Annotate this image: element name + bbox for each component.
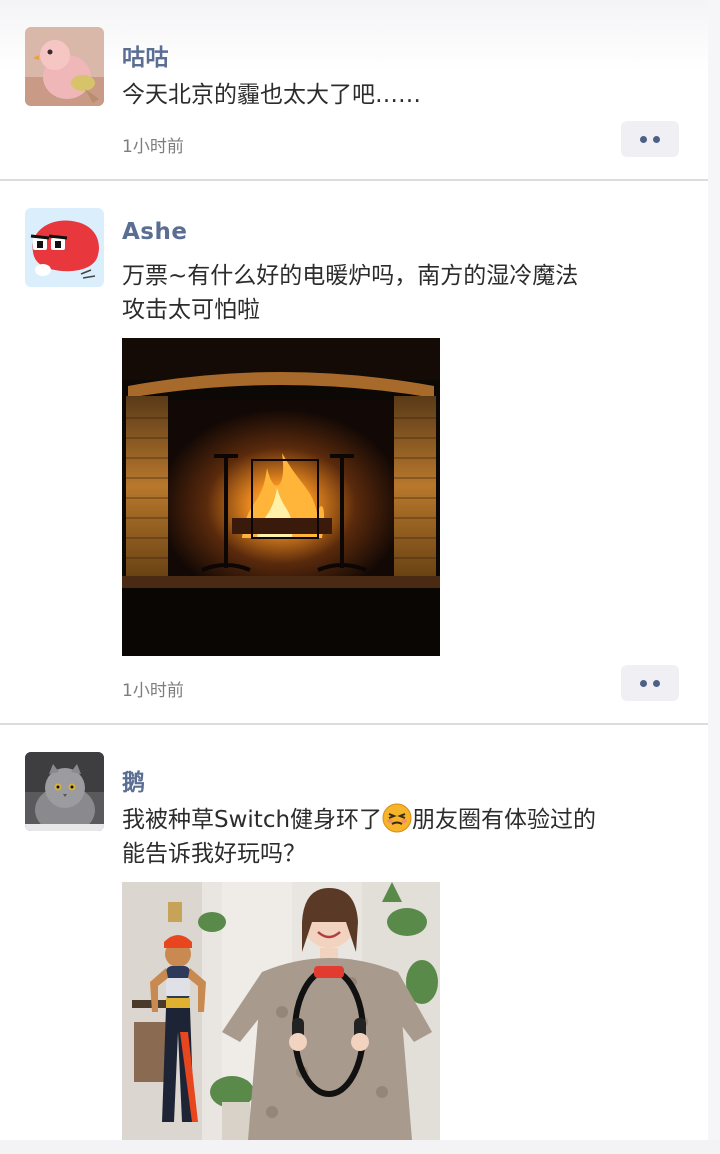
author-name[interactable]: Ashe bbox=[122, 219, 187, 245]
avatar[interactable] bbox=[25, 27, 104, 106]
right-gutter bbox=[708, 0, 720, 1154]
pink-bird-avatar-icon bbox=[25, 27, 104, 106]
more-dot-icon bbox=[640, 135, 647, 143]
post-text-segment: 朋友圈有体验过的 bbox=[412, 807, 597, 833]
post-time: 1小时前 bbox=[122, 681, 184, 701]
post-text-segment: 我被种草Switch健身环了 bbox=[122, 807, 383, 833]
post-text: 我被种草Switch健身环了 朋友圈有体验过的 能告诉我好玩吗？ bbox=[122, 803, 632, 871]
avatar[interactable] bbox=[25, 752, 104, 831]
author-name[interactable]: 咕咕 bbox=[122, 38, 169, 72]
author-name[interactable]: 鹅 bbox=[122, 763, 146, 797]
fireplace-image bbox=[122, 338, 440, 656]
more-dot-icon bbox=[653, 679, 660, 687]
post-text-line: 能告诉我好玩吗？ bbox=[122, 841, 306, 867]
avatar[interactable] bbox=[25, 208, 104, 287]
post-item: 咕咕 今天北京的霾也太大了吧…… 1小时前 bbox=[0, 0, 708, 180]
post-item: Ashe 万票~有什么好的电暖炉吗，南方的湿冷魔法 攻击太可怕啦 1小时前 bbox=[0, 181, 708, 724]
more-dot-icon bbox=[640, 679, 647, 687]
post-text-line: 万票~有什么好的电暖炉吗，南方的湿冷魔法 bbox=[122, 263, 579, 289]
post-text: 万票~有什么好的电暖炉吗，南方的湿冷魔法 攻击太可怕啦 bbox=[122, 259, 632, 327]
moments-feed: 咕咕 今天北京的霾也太大了吧…… 1小时前 Ashe 万票~有什么好的电暖炉吗，… bbox=[0, 0, 708, 1140]
gray-cat-avatar-icon bbox=[25, 752, 104, 831]
post-text-line: 我被种草Switch健身环了 朋友圈有体验过的 bbox=[122, 803, 632, 837]
post-text: 今天北京的霾也太大了吧…… bbox=[122, 82, 421, 108]
more-actions-button[interactable] bbox=[621, 121, 679, 157]
dizzy-face-emoji-icon bbox=[382, 803, 412, 833]
ring-fit-promo-image bbox=[122, 882, 440, 1140]
ring-fit-promo-photo[interactable] bbox=[122, 882, 440, 1140]
red-blob-cartoon-avatar-icon bbox=[25, 208, 104, 287]
more-actions-button[interactable] bbox=[621, 665, 679, 701]
more-dot-icon bbox=[653, 135, 660, 143]
fireplace-photo[interactable] bbox=[122, 338, 440, 656]
bottom-strip bbox=[0, 1140, 720, 1154]
post-item: 鹅 我被种草Switch健身环了 朋友圈有体验过的 能告诉我好玩吗？ bbox=[0, 725, 708, 1140]
post-time: 1小时前 bbox=[122, 137, 184, 157]
post-text-line: 攻击太可怕啦 bbox=[122, 297, 260, 323]
